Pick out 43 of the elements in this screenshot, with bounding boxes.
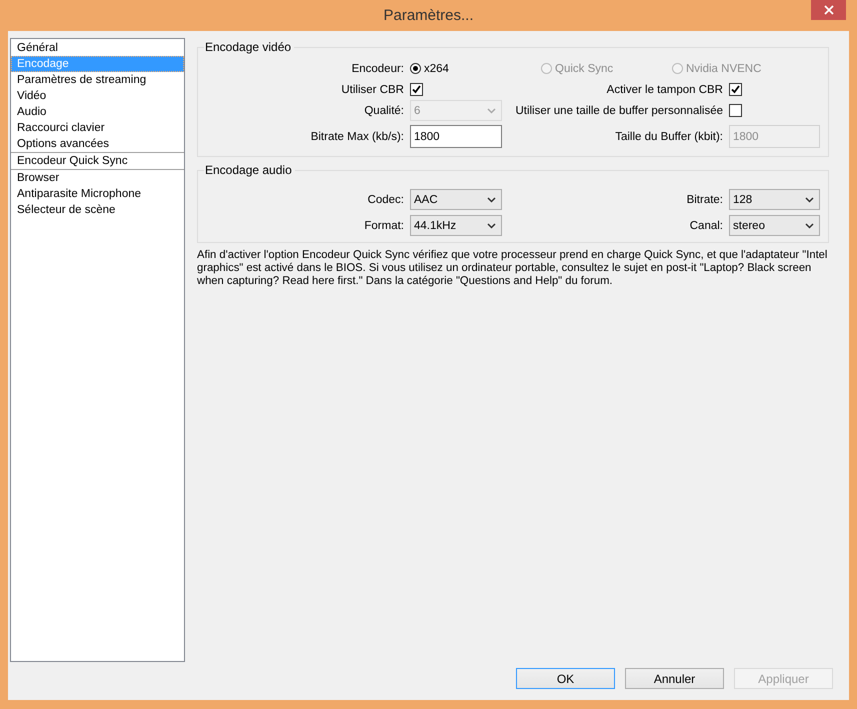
sidebar-item[interactable]: Raccourci clavier (11, 120, 184, 136)
close-button[interactable] (811, 0, 846, 20)
radio-button[interactable]: x264 (410, 62, 541, 74)
bitrate-field[interactable]: 1800 (410, 125, 502, 148)
sidebar-item[interactable]: Paramètres de streaming (11, 72, 184, 88)
chevron-down-icon (805, 222, 814, 228)
sidebar-item[interactable]: Browser (11, 170, 184, 186)
chevron-down-icon (487, 196, 496, 202)
dropdown[interactable]: 44.1kHz (410, 215, 502, 236)
sidebar-item[interactable]: Sélecteur de scène (11, 202, 184, 218)
window-title: Paramètres... (383, 7, 474, 24)
dialog-button[interactable]: Annuler (625, 668, 724, 689)
field-label: Qualité: (363, 104, 404, 116)
dropdown[interactable]: AAC (410, 189, 502, 210)
group-title: Encodage audio (204, 163, 293, 177)
field-label: Format: (363, 220, 404, 232)
sidebar-item[interactable]: Audio (11, 104, 184, 120)
field-label: Encodeur: (350, 62, 404, 74)
close-icon (824, 5, 834, 15)
checkbox-label: Activer le tampon CBR (606, 84, 723, 96)
sidebar-item[interactable]: Encodeur Quick Sync (11, 153, 184, 169)
group-title: Encodage vidéo (204, 40, 292, 54)
dropdown[interactable]: 128 (729, 189, 820, 210)
field-label: Bitrate: (686, 194, 723, 206)
chevron-down-icon (487, 108, 496, 114)
field-label: Bitrate Max (kb/s): (310, 130, 404, 142)
field-label: Codec: (366, 194, 404, 206)
checkbox-label: Utiliser CBR (340, 84, 404, 96)
field-label: Canal: (688, 220, 723, 232)
field-label: Taille du Buffer (kbit): (614, 130, 723, 142)
checkbox[interactable] (729, 83, 742, 96)
info-text: Afin d'activer l'option Encodeur Quick Sync vérifiez que votre processeur prend en charge Quick Sync, et que l'adaptateur "Intel graphics" est activé dans le BIOS. Si vous utilisez un ordinateur portable, consultez le sujet en post-it "Laptop? Black screen when capturing? Read here first." Dans la catégorie "Questions and Help" du forum. (197, 249, 828, 288)
sidebar-item[interactable]: Antiparasite Microphone (11, 186, 184, 202)
sidebar-item[interactable]: Général (11, 40, 184, 56)
chevron-down-icon (805, 196, 814, 202)
checkbox[interactable] (410, 83, 423, 96)
sidebar-item[interactable]: Vidéo (11, 88, 184, 104)
chevron-down-icon (487, 222, 496, 228)
dialog-button[interactable]: OK (516, 668, 615, 689)
sidebar-item[interactable]: Options avancées (11, 136, 184, 152)
dropdown[interactable]: stereo (729, 215, 820, 236)
checkbox[interactable] (729, 104, 742, 117)
checkbox-label: Utiliser une taille de buffer personnalisée (514, 104, 723, 116)
